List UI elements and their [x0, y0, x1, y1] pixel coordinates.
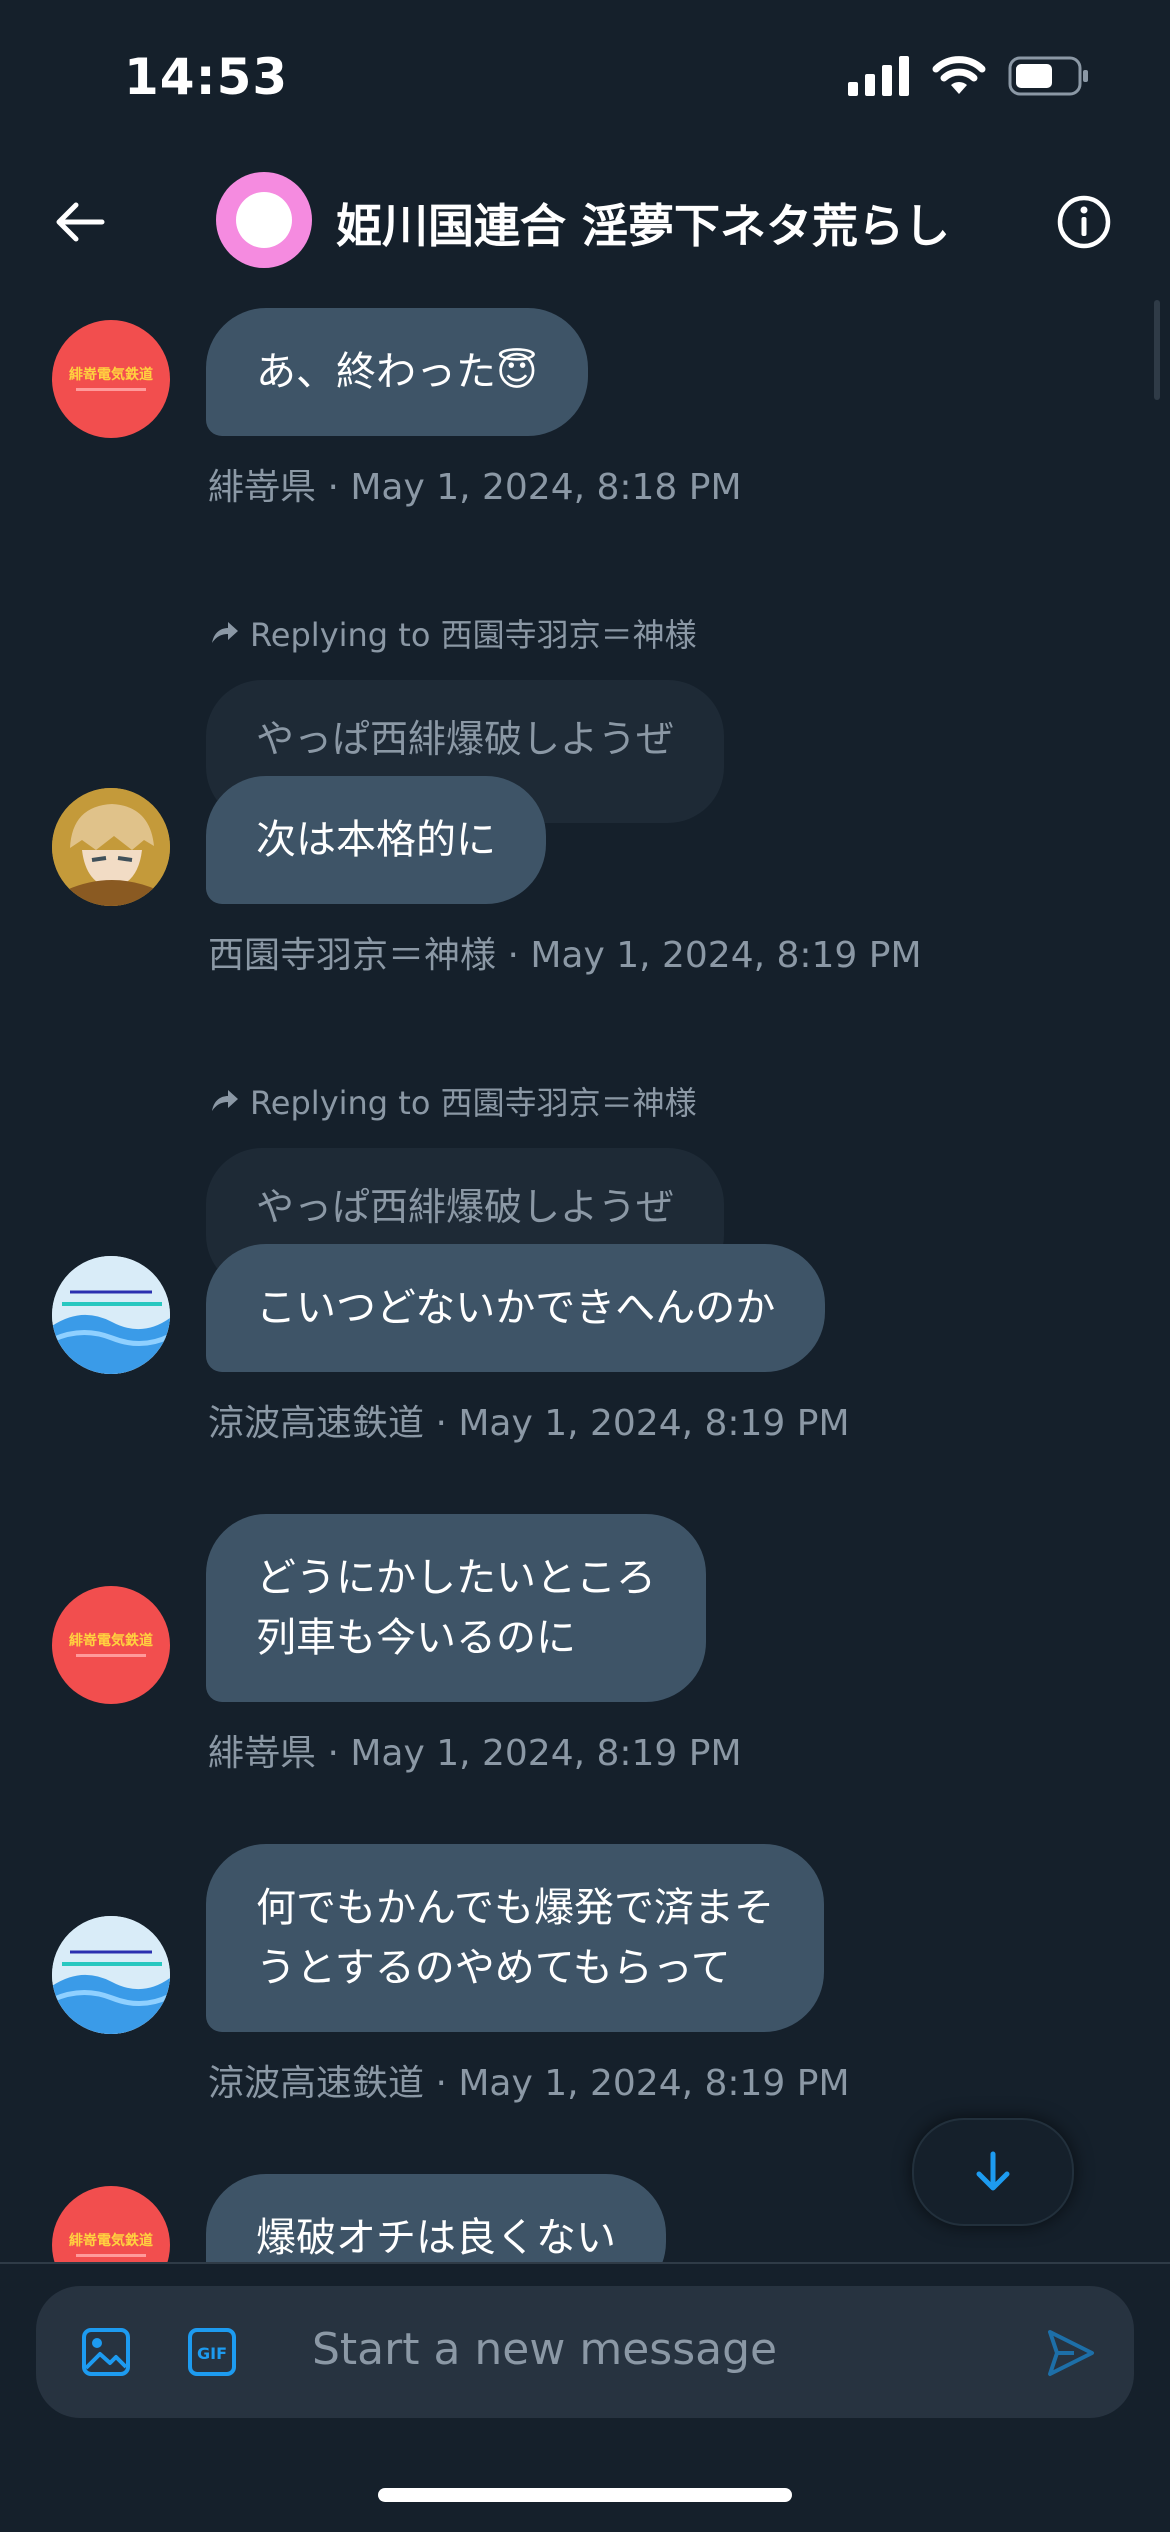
group-avatar[interactable]	[216, 172, 312, 268]
reply-label: Replying to 西園寺羽京＝神様	[208, 610, 697, 656]
reply-arrow-icon	[212, 622, 238, 643]
avatar-logo-line	[76, 388, 146, 391]
avatar-logo: 緋嵜電気鉄道	[69, 1633, 153, 1649]
message-line: 列車も今いるのに	[256, 1615, 576, 1661]
battery-icon	[1008, 56, 1088, 96]
status-time: 14:53	[124, 48, 289, 106]
send-icon	[1048, 2330, 1094, 2376]
sender-avatar[interactable]	[52, 788, 170, 906]
status-bar: 14:53	[0, 0, 1170, 150]
sender-avatar[interactable]: 緋嵜電気鉄道	[52, 320, 170, 438]
add-gif-button[interactable]: GIF	[186, 2326, 238, 2382]
composer-divider	[0, 2262, 1170, 2264]
add-image-button[interactable]	[80, 2326, 132, 2382]
sender-avatar[interactable]: 緋嵜電気鉄道	[52, 1586, 170, 1704]
back-arrow-icon	[56, 202, 105, 242]
message-meta: 涼波高速鉄道 · May 1, 2024, 8:19 PM	[208, 2063, 850, 2104]
reply-arrow-icon	[212, 1090, 238, 1111]
avatar-logo: 緋嵜電気鉄道	[69, 2233, 153, 2249]
avatar-logo-line	[76, 2254, 146, 2257]
message-bubble[interactable]: 次は本格的に	[206, 776, 546, 904]
arrow-down-icon	[976, 2151, 1010, 2191]
message-line: 何でもかんでも爆発で済まそ	[256, 1885, 774, 1931]
wave-logo-icon	[52, 1916, 170, 2034]
message-input[interactable]: Start a new message	[312, 2324, 777, 2375]
message-meta: 涼波高速鉄道 · May 1, 2024, 8:19 PM	[208, 1403, 850, 1444]
home-indicator	[378, 2488, 792, 2502]
wifi-icon	[932, 56, 986, 94]
scroll-to-bottom-button[interactable]	[912, 2118, 1074, 2226]
sender-avatar[interactable]	[52, 1256, 170, 1374]
reply-to-text: Replying to 西園寺羽京＝神様	[250, 1084, 697, 1122]
message-meta: 緋嵜県 · May 1, 2024, 8:19 PM	[208, 1733, 742, 1774]
message-composer: GIF Start a new message	[36, 2286, 1134, 2418]
avatar-portrait-icon	[52, 788, 170, 906]
wave-logo-icon	[52, 1256, 170, 1374]
image-icon	[82, 2328, 130, 2376]
info-button[interactable]	[1054, 192, 1114, 252]
message-bubble[interactable]: こいつどないかできへんのか	[206, 1244, 826, 1372]
message-bubble[interactable]: あ、終わった😇	[206, 308, 588, 436]
conversation-header: 姫川国連合 淫夢下ネタ荒らし	[0, 150, 1170, 290]
reply-label: Replying to 西園寺羽京＝神様	[208, 1078, 697, 1124]
gif-icon: GIF	[188, 2328, 236, 2376]
avatar-logo: 緋嵜電気鉄道	[69, 367, 153, 383]
info-icon	[1057, 195, 1111, 249]
status-icons	[848, 56, 1090, 96]
message-meta: 西園寺羽京＝神様 · May 1, 2024, 8:19 PM	[208, 935, 922, 976]
message-line: うとするのやめてもらって	[256, 1945, 731, 1991]
sender-avatar[interactable]	[52, 1916, 170, 2034]
signal-icon	[848, 56, 909, 96]
avatar-logo-line	[76, 1654, 146, 1657]
message-bubble[interactable]: 何でもかんでも爆発で済まそ うとするのやめてもらって	[206, 1844, 824, 2032]
back-button[interactable]	[50, 192, 110, 252]
reply-to-text: Replying to 西園寺羽京＝神様	[250, 616, 697, 654]
conversation-title[interactable]: 姫川国連合 淫夢下ネタ荒らし	[336, 190, 950, 256]
message-bubble[interactable]: 爆破オチは良くない	[206, 2174, 666, 2262]
svg-text:GIF: GIF	[197, 2344, 227, 2363]
message-list[interactable]: 緋嵜電気鉄道 あ、終わった😇 緋嵜県 · May 1, 2024, 8:18 P…	[0, 290, 1170, 2262]
message-bubble[interactable]: どうにかしたいところ 列車も今いるのに	[206, 1514, 706, 1702]
message-meta: 緋嵜県 · May 1, 2024, 8:18 PM	[208, 467, 742, 508]
send-button[interactable]	[1044, 2326, 1098, 2384]
message-line: どうにかしたいところ	[256, 1555, 656, 1601]
sender-avatar[interactable]: 緋嵜電気鉄道	[52, 2186, 170, 2262]
